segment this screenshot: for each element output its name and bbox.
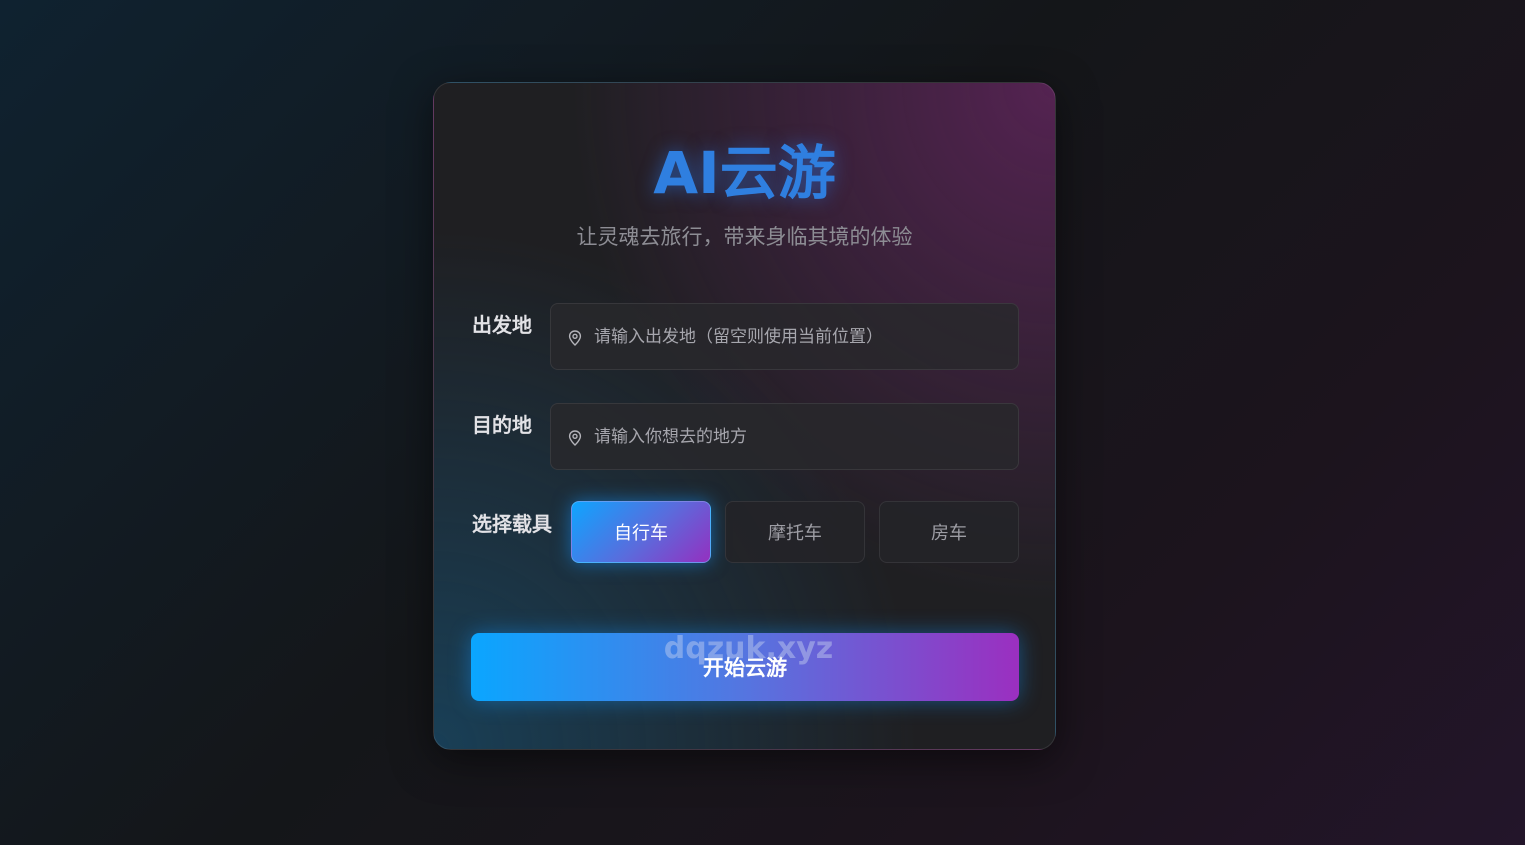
location-pin-icon	[568, 430, 582, 446]
origin-field[interactable]	[550, 303, 1019, 370]
app-title: AI云游	[653, 139, 836, 207]
travel-form-card: AI云游 让灵魂去旅行，带来身临其境的体验 出发地 目的地 选择载具 自行车 摩…	[433, 82, 1056, 750]
app-subtitle: 让灵魂去旅行，带来身临其境的体验	[576, 225, 913, 249]
destination-label: 目的地	[472, 413, 532, 437]
vehicle-option-rv[interactable]: 房车	[879, 501, 1019, 563]
location-pin-icon	[568, 330, 582, 346]
origin-input[interactable]	[594, 304, 1004, 369]
start-travel-button[interactable]: 开始云游	[471, 633, 1019, 701]
origin-label: 出发地	[472, 313, 532, 337]
destination-field[interactable]	[550, 403, 1019, 470]
vehicle-option-bicycle[interactable]: 自行车	[571, 501, 711, 563]
destination-input[interactable]	[594, 404, 1004, 469]
vehicle-option-motorcycle[interactable]: 摩托车	[725, 501, 865, 563]
start-travel-label: 开始云游	[703, 656, 787, 680]
vehicle-label: 选择载具	[472, 512, 552, 536]
